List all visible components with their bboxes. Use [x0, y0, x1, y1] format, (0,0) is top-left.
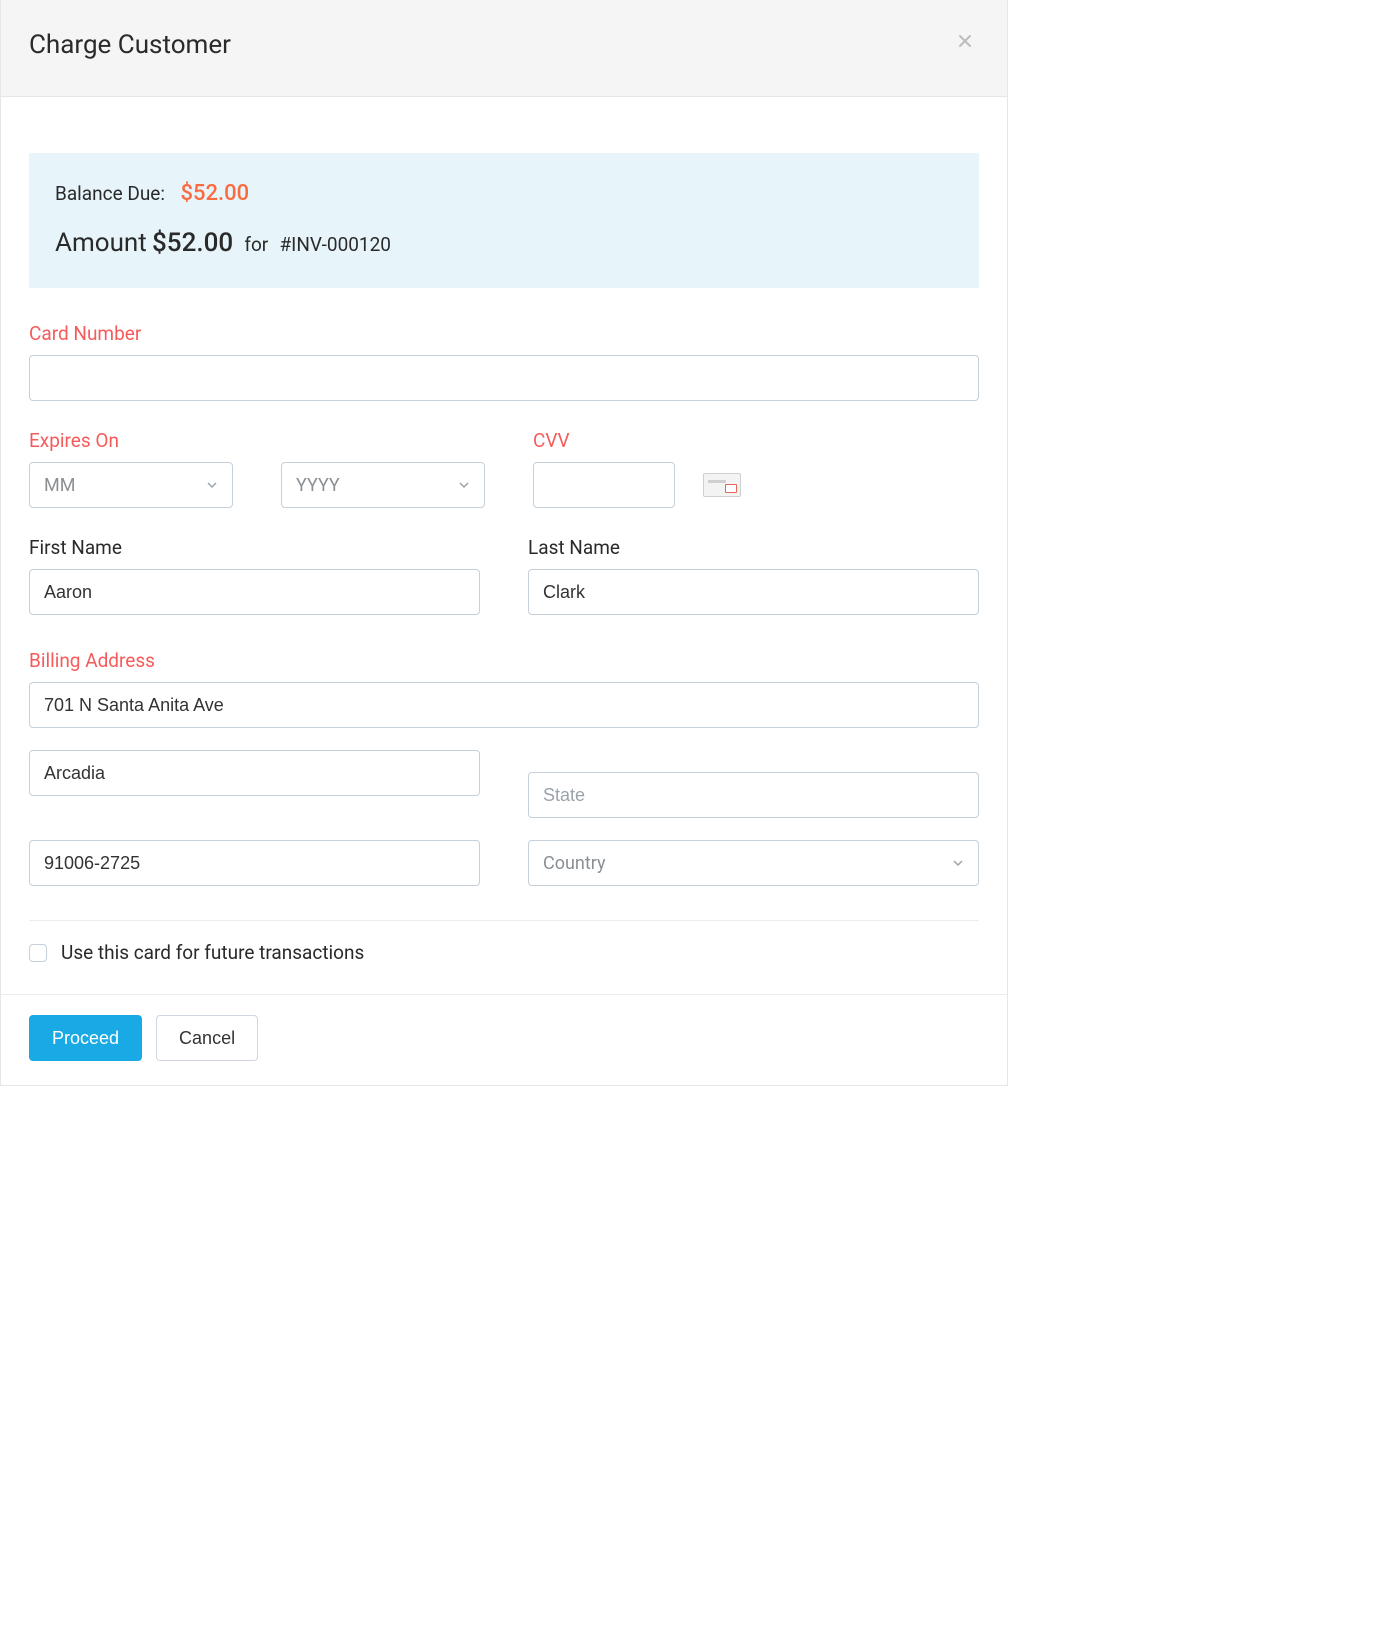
amount-label: Amount — [55, 228, 147, 258]
last-name-input[interactable] — [528, 569, 979, 615]
balance-due-line: Balance Due: $52.00 — [55, 181, 953, 206]
save-card-label: Use this card for future transactions — [61, 941, 364, 964]
cvv-input[interactable] — [533, 462, 675, 508]
billing-city-input[interactable] — [29, 750, 480, 796]
close-icon[interactable] — [951, 30, 979, 56]
billing-country-select[interactable]: Country — [528, 840, 979, 886]
card-number-input[interactable] — [29, 355, 979, 401]
chevron-down-icon — [952, 857, 964, 869]
proceed-button[interactable]: Proceed — [29, 1015, 142, 1061]
payment-form: Card Number Expires On MM YYYY — [29, 322, 979, 994]
amount-value: $52.00 — [152, 228, 233, 258]
modal-title: Charge Customer — [29, 30, 231, 60]
balance-due-label: Balance Due: — [55, 182, 165, 205]
first-name-label: First Name — [29, 536, 480, 559]
cancel-button[interactable]: Cancel — [156, 1015, 258, 1061]
balance-due-amount: $52.00 — [180, 181, 249, 206]
last-name-label: Last Name — [528, 536, 979, 559]
billing-zip-input[interactable] — [29, 840, 480, 886]
cvv-label: CVV — [533, 429, 979, 452]
chevron-down-icon — [206, 479, 218, 491]
modal-body: Balance Due: $52.00 Amount $52.00 for #I… — [1, 97, 1007, 994]
expiry-year-placeholder: YYYY — [296, 475, 340, 496]
amount-for-label: for — [244, 233, 268, 256]
modal-footer: Proceed Cancel — [1, 994, 1007, 1085]
billing-address-label: Billing Address — [29, 649, 979, 672]
chevron-down-icon — [458, 479, 470, 491]
balance-banner: Balance Due: $52.00 Amount $52.00 for #I… — [29, 153, 979, 288]
amount-line: Amount $52.00 for #INV-000120 — [55, 228, 953, 258]
save-card-row: Use this card for future transactions — [29, 941, 979, 994]
separator — [29, 920, 979, 921]
modal-header: Charge Customer — [1, 0, 1007, 97]
save-card-checkbox[interactable] — [29, 944, 47, 962]
expiry-year-select[interactable]: YYYY — [281, 462, 485, 508]
expires-on-label: Expires On — [29, 429, 485, 452]
billing-country-placeholder: Country — [543, 853, 606, 874]
billing-street-input[interactable] — [29, 682, 979, 728]
card-number-label: Card Number — [29, 322, 979, 345]
first-name-input[interactable] — [29, 569, 480, 615]
invoice-reference: #INV-000120 — [279, 233, 391, 256]
expiry-month-select[interactable]: MM — [29, 462, 233, 508]
card-back-icon — [703, 473, 741, 497]
billing-state-input[interactable] — [528, 772, 979, 818]
charge-customer-modal: Charge Customer Balance Due: $52.00 Amou… — [0, 0, 1008, 1086]
expiry-month-placeholder: MM — [44, 475, 75, 496]
